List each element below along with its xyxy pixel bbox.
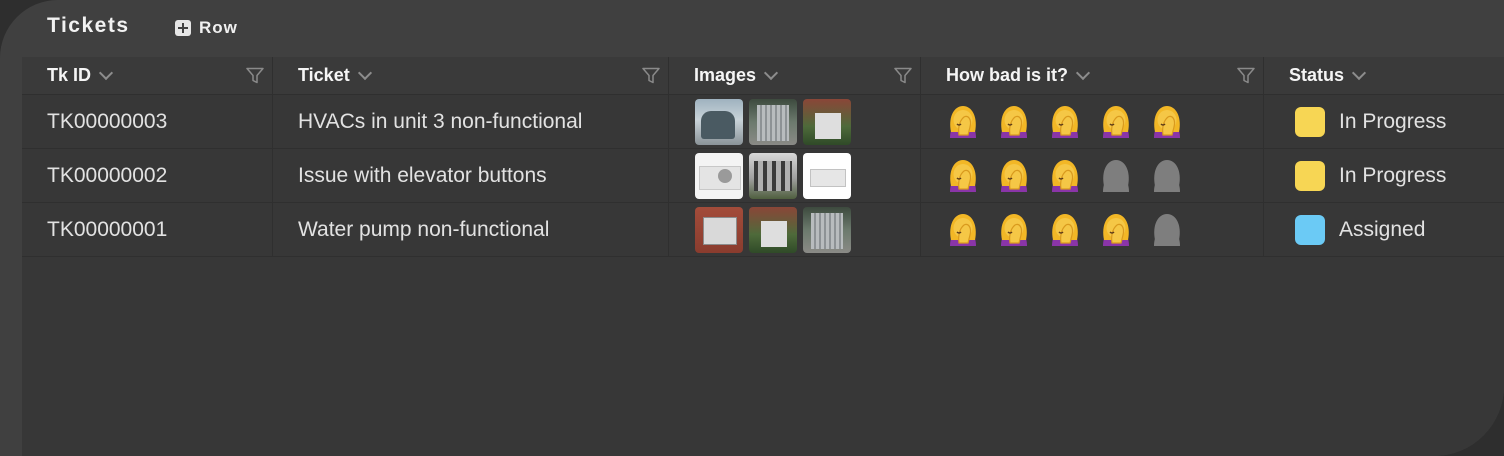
- facepalm-woman-icon[interactable]: [1100, 213, 1132, 247]
- add-row-button[interactable]: Row: [175, 16, 238, 40]
- status-label: In Progress: [1339, 109, 1447, 133]
- cell-images[interactable]: [669, 203, 921, 256]
- column-header-status[interactable]: Status: [1264, 57, 1504, 94]
- image-thumbnail[interactable]: [749, 98, 797, 145]
- severity-rating[interactable]: [947, 213, 1183, 247]
- chevron-down-icon[interactable]: [1075, 65, 1091, 81]
- plus-box-icon: [175, 20, 191, 36]
- cell-severity[interactable]: [921, 95, 1264, 148]
- image-thumbnail[interactable]: [749, 206, 797, 253]
- cell-tk-id[interactable]: TK00000002: [22, 149, 273, 202]
- ticket-id: TK00000003: [47, 109, 168, 133]
- facepalm-woman-icon[interactable]: [1100, 105, 1132, 139]
- severity-rating[interactable]: [947, 105, 1183, 139]
- status-badge[interactable]: In Progress: [1295, 106, 1447, 137]
- image-thumbnail[interactable]: [695, 152, 743, 199]
- column-header-images[interactable]: Images: [669, 57, 921, 94]
- filter-icon[interactable]: [246, 67, 264, 84]
- facepalm-woman-icon[interactable]: [947, 159, 979, 193]
- cell-severity[interactable]: [921, 203, 1264, 256]
- facepalm-woman-icon[interactable]: [1049, 213, 1081, 247]
- ticket-id: TK00000002: [47, 163, 168, 187]
- facepalm-woman-icon[interactable]: [998, 105, 1030, 139]
- facepalm-woman-icon[interactable]: [998, 213, 1030, 247]
- status-badge[interactable]: In Progress: [1295, 160, 1447, 191]
- column-label: Ticket: [298, 65, 350, 85]
- image-thumbnail[interactable]: [803, 152, 851, 199]
- status-badge[interactable]: Assigned: [1295, 214, 1426, 245]
- column-header-tk-id[interactable]: Tk ID: [22, 57, 273, 94]
- ticket-title: Issue with elevator buttons: [298, 163, 547, 187]
- cell-ticket[interactable]: Water pump non-functional: [273, 203, 669, 256]
- tickets-panel: Tickets Row Tk ID Ticket Images How bad …: [0, 0, 1504, 456]
- facepalm-woman-icon[interactable]: [998, 159, 1030, 193]
- table-row[interactable]: TK00000002 Issue with elevator buttons I…: [22, 149, 1504, 203]
- filter-icon[interactable]: [1237, 67, 1255, 84]
- status-label: Assigned: [1339, 217, 1426, 241]
- facepalm-woman-icon[interactable]: [947, 213, 979, 247]
- table-header: Tk ID Ticket Images How bad is it? Statu: [22, 57, 1504, 95]
- column-label: Images: [694, 65, 757, 85]
- severity-rating[interactable]: [947, 159, 1183, 193]
- page-title: Tickets: [47, 14, 130, 37]
- cell-status[interactable]: In Progress: [1264, 149, 1504, 202]
- image-thumbnail[interactable]: [803, 206, 851, 253]
- cell-tk-id[interactable]: TK00000003: [22, 95, 273, 148]
- facepalm-woman-icon[interactable]: [947, 105, 979, 139]
- cell-images[interactable]: [669, 149, 921, 202]
- person-silhouette-icon[interactable]: [1151, 159, 1183, 193]
- ticket-id: TK00000001: [47, 217, 168, 241]
- chevron-down-icon[interactable]: [357, 65, 372, 81]
- image-thumbnail[interactable]: [695, 206, 743, 253]
- person-silhouette-icon[interactable]: [1100, 159, 1132, 193]
- facepalm-woman-icon[interactable]: [1049, 105, 1081, 139]
- column-label: How bad is it?: [946, 65, 1069, 85]
- ticket-title: Water pump non-functional: [298, 217, 550, 241]
- column-label: Status: [1289, 65, 1345, 85]
- image-list: [695, 98, 851, 145]
- image-thumbnail[interactable]: [695, 98, 743, 145]
- chevron-down-icon[interactable]: [1351, 65, 1367, 81]
- cell-severity[interactable]: [921, 149, 1264, 202]
- image-thumbnail[interactable]: [749, 152, 797, 199]
- column-header-severity[interactable]: How bad is it?: [921, 57, 1264, 94]
- status-color-swatch: [1295, 214, 1325, 245]
- facepalm-woman-icon[interactable]: [1049, 159, 1081, 193]
- cell-status[interactable]: Assigned: [1264, 203, 1504, 256]
- filter-icon[interactable]: [894, 67, 912, 84]
- add-row-label: Row: [199, 18, 238, 37]
- ticket-title: HVACs in unit 3 non-functional: [298, 109, 583, 133]
- image-thumbnail[interactable]: [803, 98, 851, 145]
- person-silhouette-icon[interactable]: [1151, 213, 1183, 247]
- image-list: [695, 206, 851, 253]
- table-row[interactable]: TK00000001 Water pump non-functional Ass…: [22, 203, 1504, 257]
- column-header-ticket[interactable]: Ticket: [273, 57, 669, 94]
- filter-icon[interactable]: [642, 67, 660, 84]
- cell-images[interactable]: [669, 95, 921, 148]
- cell-tk-id[interactable]: TK00000001: [22, 203, 273, 256]
- status-color-swatch: [1295, 160, 1325, 191]
- cell-ticket[interactable]: HVACs in unit 3 non-functional: [273, 95, 669, 148]
- image-list: [695, 152, 851, 199]
- cell-status[interactable]: In Progress: [1264, 95, 1504, 148]
- facepalm-woman-icon[interactable]: [1151, 105, 1183, 139]
- status-label: In Progress: [1339, 163, 1447, 187]
- chevron-down-icon[interactable]: [763, 65, 779, 81]
- table-row[interactable]: TK00000003 HVACs in unit 3 non-functiona…: [22, 95, 1504, 149]
- chevron-down-icon[interactable]: [98, 65, 114, 81]
- cell-ticket[interactable]: Issue with elevator buttons: [273, 149, 669, 202]
- tickets-table: Tk ID Ticket Images How bad is it? Statu: [22, 57, 1504, 456]
- column-label: Tk ID: [47, 65, 92, 85]
- status-color-swatch: [1295, 106, 1325, 137]
